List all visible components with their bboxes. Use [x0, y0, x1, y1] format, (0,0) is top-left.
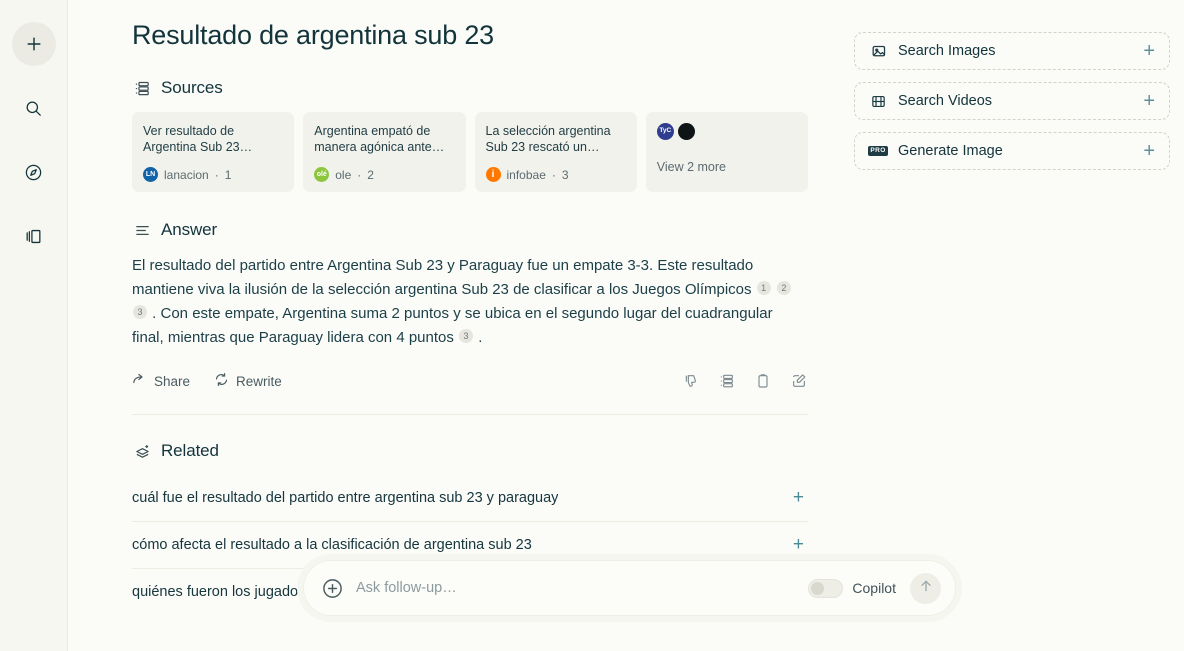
source-dot: ·: [357, 167, 362, 182]
answer-header: Answer: [132, 220, 808, 240]
sources-header: Sources: [132, 78, 808, 98]
arrow-up-icon: [918, 578, 934, 599]
followup-bar: Copilot: [303, 560, 956, 616]
source-site: lanacion: [164, 167, 209, 182]
search-icon: [24, 99, 43, 118]
favicon-other: [677, 123, 695, 140]
copilot-label: Copilot: [852, 580, 896, 596]
view-more-label: View 2 more: [656, 160, 726, 174]
source-card[interactable]: Argentina empató de manera agónica ante……: [303, 112, 466, 192]
citation-badge[interactable]: 3: [459, 329, 474, 343]
answer-actions: Share Rewrite: [132, 372, 808, 415]
answer-text: El resultado del partido entre Argentina…: [132, 254, 808, 350]
answer-actions-left: Share Rewrite: [132, 372, 282, 390]
search-videos-card[interactable]: Search Videos +: [854, 82, 1170, 120]
generate-image-label: Generate Image: [898, 143, 1003, 159]
compass-icon: [24, 163, 43, 182]
source-site: ole: [335, 167, 352, 182]
rewrite-button[interactable]: Rewrite: [214, 372, 282, 390]
citation-badge[interactable]: 2: [776, 281, 791, 295]
answer-heading: Answer: [161, 220, 218, 239]
pro-badge-label: PRO: [868, 145, 888, 157]
source-title: Ver resultado de Argentina Sub 23 online…: [143, 124, 240, 154]
view-more-sources-card[interactable]: TyC View 2 more: [645, 112, 808, 192]
rewrite-icon: [214, 372, 229, 390]
generate-image-card[interactable]: PRO Generate Image +: [854, 132, 1170, 170]
favicon-ole: olé: [314, 167, 330, 182]
answer-paragraph-3: .: [478, 329, 483, 346]
source-meta: i infobae · 3: [485, 167, 626, 182]
share-icon: [132, 372, 147, 390]
left-sidebar: [0, 0, 68, 651]
source-meta: olé ole · 2: [314, 167, 454, 182]
sources-list-icon: [132, 78, 152, 98]
related-item[interactable]: cuál fue el resultado del partido entre …: [132, 475, 808, 522]
search-videos-label: Search Videos: [898, 93, 993, 109]
related-heading: Related: [161, 441, 219, 460]
answer-lines-icon: [132, 220, 152, 240]
related-header: Related: [132, 441, 808, 461]
source-site: infobae: [506, 167, 546, 182]
copilot-toggle[interactable]: [808, 578, 844, 598]
add-related-icon[interactable]: +: [793, 488, 808, 507]
search-input[interactable]: [356, 580, 797, 596]
more-source-avatars: TyC: [656, 123, 797, 140]
add-generate-image-icon[interactable]: +: [1143, 141, 1155, 161]
plus-icon: [24, 34, 44, 54]
add-related-icon[interactable]: +: [793, 535, 808, 554]
favicon-infobae: i: [485, 167, 501, 182]
layers-plus-icon: [132, 441, 152, 461]
page-title: Resultado de argentina sub 23: [132, 20, 494, 50]
thumbs-down-icon[interactable]: [682, 372, 700, 390]
source-meta: LN lanacion · 1: [143, 167, 283, 182]
source-index: 2: [367, 167, 374, 182]
source-index: 1: [224, 167, 232, 182]
related-item-label: cómo afecta el resultado a la clasificac…: [132, 536, 532, 553]
citation-badge[interactable]: 1: [756, 281, 771, 295]
source-title: Argentina empató de manera agónica ante…: [314, 124, 445, 154]
search-images-label: Search Images: [898, 43, 996, 59]
citation-badge[interactable]: 3: [133, 305, 147, 319]
sources-row: Ver resultado de Argentina Sub 23 online…: [132, 112, 808, 192]
pro-badge-icon: PRO: [868, 142, 888, 160]
sidebar-item-discover[interactable]: [12, 150, 56, 194]
followup-bar-container: Copilot: [297, 554, 962, 622]
sources-heading: Sources: [161, 78, 223, 97]
right-panel: Search Images + Search Videos + PRO Gene…: [854, 32, 1170, 182]
copy-icon[interactable]: [754, 372, 772, 390]
share-label: Share: [154, 373, 191, 389]
source-card[interactable]: La selección argentina Sub 23 rescató un…: [474, 112, 637, 192]
image-icon: [869, 42, 887, 60]
answer-actions-right: [682, 372, 808, 390]
search-images-card[interactable]: Search Images +: [854, 32, 1170, 70]
share-button[interactable]: Share: [132, 372, 190, 390]
sidebar-item-library[interactable]: [12, 214, 56, 258]
source-card[interactable]: Ver resultado de Argentina Sub 23 online…: [132, 112, 295, 192]
plus-circle-icon[interactable]: [320, 576, 344, 600]
answer-paragraph-2: . Con este empate, Argentina suma 2 punt…: [132, 305, 773, 346]
sidebar-item-search[interactable]: [12, 86, 56, 130]
favicon-tyc: TyC: [656, 123, 674, 140]
view-sources-icon[interactable]: [718, 372, 736, 390]
related-item-label: cuál fue el resultado del partido entre …: [132, 489, 559, 506]
source-dot: ·: [551, 167, 556, 182]
add-search-videos-icon[interactable]: +: [1143, 91, 1155, 111]
submit-button[interactable]: [910, 572, 941, 604]
edit-icon[interactable]: [790, 372, 808, 390]
copilot-group: Copilot: [808, 578, 896, 598]
video-icon: [869, 92, 887, 110]
rewrite-label: Rewrite: [236, 373, 282, 389]
source-dot: ·: [214, 167, 219, 182]
source-title: La selección argentina Sub 23 rescató un…: [485, 124, 611, 154]
favicon-lanacion: LN: [143, 167, 158, 182]
source-index: 3: [561, 167, 569, 182]
add-search-images-icon[interactable]: +: [1143, 41, 1155, 61]
new-thread-button[interactable]: [11, 22, 56, 66]
library-icon: [24, 227, 43, 246]
answer-paragraph-1: El resultado del partido entre Argentina…: [132, 257, 754, 298]
